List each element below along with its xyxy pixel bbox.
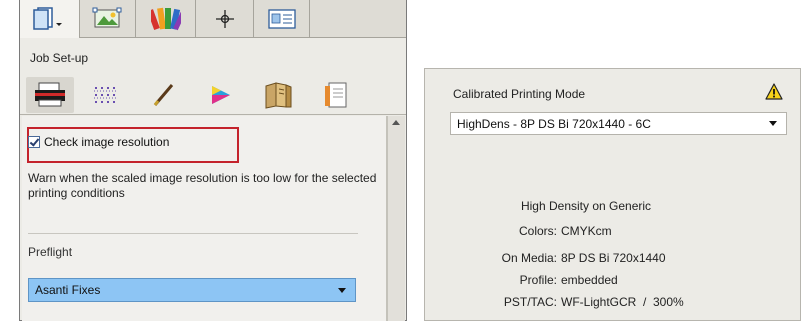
color-swatches-tab[interactable] xyxy=(136,0,196,38)
job-setup-panel: Job Set-up Check image resolution Warn w… xyxy=(19,0,407,321)
info-key: Profile: xyxy=(519,273,557,287)
grid-icon xyxy=(94,87,116,103)
info-value: WF-LightGCR / 300% xyxy=(561,295,684,309)
layout-icon xyxy=(267,9,296,29)
info-row-pst-tac: PST/TAC: WF-LightGCR / 300% xyxy=(425,295,801,311)
color-wheel-icon xyxy=(212,86,230,104)
printer-icon xyxy=(35,82,65,107)
preflight-dropdown[interactable]: Asanti Fixes xyxy=(28,278,356,302)
preflight-selected-value: Asanti Fixes xyxy=(35,283,101,297)
scroll-up-arrow-icon[interactable] xyxy=(392,120,400,125)
printing-mode-selected-value: HighDens - 8P DS Bi 720x1440 - 6C xyxy=(457,116,651,131)
sub-tab-color-wheel[interactable] xyxy=(196,77,244,113)
sub-tab-document[interactable] xyxy=(312,77,360,113)
calibrated-printing-mode-label: Calibrated Printing Mode xyxy=(453,87,586,101)
settings-content: Check image resolution Warn when the sca… xyxy=(22,116,387,321)
info-key: PST/TAC: xyxy=(503,295,557,309)
section-title: Job Set-up xyxy=(30,51,89,65)
vertical-scrollbar[interactable] xyxy=(387,116,405,321)
book-icon xyxy=(265,82,292,109)
calibrated-mode-panel: Calibrated Printing Mode HighDens - 8P D… xyxy=(424,68,801,321)
top-toolbar xyxy=(20,0,406,38)
check-image-resolution-label: Check image resolution xyxy=(44,135,170,149)
layout-tab[interactable] xyxy=(254,0,310,38)
preflight-label: Preflight xyxy=(28,245,73,259)
document-icon xyxy=(325,82,347,108)
job-setup-sub-tabs xyxy=(20,75,406,115)
check-image-resolution-checkbox[interactable] xyxy=(28,136,40,148)
pen-icon xyxy=(153,84,174,106)
mode-info-title: High Density on Generic xyxy=(520,199,652,213)
info-value: 8P DS Bi 720x1440 xyxy=(561,251,666,265)
divider xyxy=(28,233,358,234)
info-row-profile: Profile: embedded xyxy=(425,273,801,289)
crosshair-tab[interactable] xyxy=(196,0,254,38)
printing-mode-dropdown[interactable]: HighDens - 8P DS Bi 720x1440 - 6C xyxy=(450,112,787,135)
color-swatches-icon xyxy=(150,7,181,31)
sub-tab-book[interactable] xyxy=(254,77,302,113)
image-icon xyxy=(92,7,121,28)
info-key: On Media: xyxy=(501,251,557,265)
info-row-on-media: On Media: 8P DS Bi 720x1440 xyxy=(425,251,801,267)
check-image-resolution-row[interactable]: Check image resolution xyxy=(28,135,169,149)
sub-tab-printer[interactable] xyxy=(26,77,74,113)
chevron-down-icon xyxy=(338,288,346,293)
info-row-colors: Colors: CMYKcm xyxy=(425,224,801,240)
page-menu-tab[interactable] xyxy=(20,0,80,38)
image-tab[interactable] xyxy=(80,0,136,38)
warning-icon xyxy=(765,83,783,100)
sub-tab-pen[interactable] xyxy=(140,77,188,113)
info-value: embedded xyxy=(561,273,618,287)
sub-tab-grid[interactable] xyxy=(82,77,130,113)
page-menu-icon xyxy=(32,7,62,30)
resolution-warning-text: Warn when the scaled image resolution is… xyxy=(28,171,377,200)
crosshair-icon xyxy=(215,10,234,28)
info-value: CMYKcm xyxy=(561,224,612,238)
info-key: Colors: xyxy=(518,224,557,238)
chevron-down-icon xyxy=(769,121,777,126)
